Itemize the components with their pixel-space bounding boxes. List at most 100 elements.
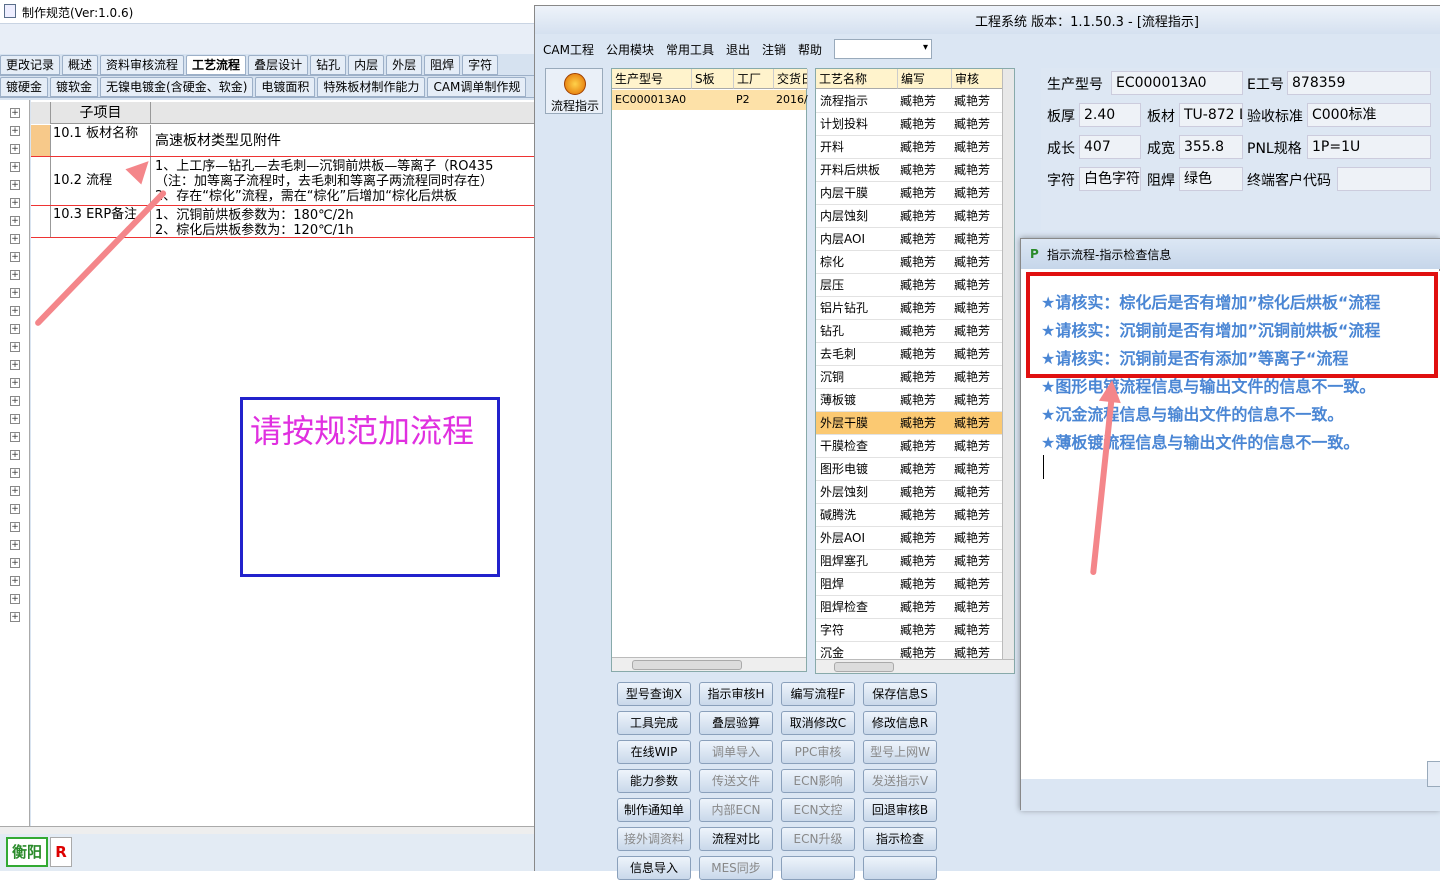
action-button[interactable]: 回退审核B xyxy=(863,798,937,822)
expand-icon[interactable]: + xyxy=(10,540,20,550)
field-material[interactable]: TU-872 L xyxy=(1179,103,1243,127)
field-soldermask[interactable]: 绿色 xyxy=(1179,167,1243,191)
expand-icon[interactable]: + xyxy=(10,378,20,388)
process-row[interactable]: 层压 臧艳芳 臧艳芳 xyxy=(816,274,1014,297)
tab-item[interactable]: 工艺流程 xyxy=(186,55,247,75)
process-row[interactable]: 阻焊 臧艳芳 臧艳芳 xyxy=(816,573,1014,596)
tab-item[interactable]: 字符 xyxy=(462,55,499,75)
tab-item[interactable]: 外层 xyxy=(386,55,423,75)
expand-icon[interactable]: + xyxy=(10,234,20,244)
expand-icon[interactable]: + xyxy=(10,576,20,586)
process-row[interactable]: 内层干膜 臧艳芳 臧艳芳 xyxy=(816,182,1014,205)
field-width[interactable]: 355.8 xyxy=(1179,135,1243,159)
process-row[interactable]: 阻焊塞孔 臧艳芳 臧艳芳 xyxy=(816,550,1014,573)
expand-icon[interactable]: + xyxy=(10,468,20,478)
action-button[interactable]: 编写流程F xyxy=(781,682,855,706)
action-button[interactable]: 指示检查 xyxy=(863,827,937,851)
tab-item[interactable]: 特殊板材制作能力 xyxy=(317,77,426,97)
action-button[interactable]: 型号查询X xyxy=(617,682,691,706)
action-button[interactable] xyxy=(863,856,937,880)
field-e-no[interactable]: 878359 xyxy=(1287,71,1431,95)
action-button[interactable]: 指示审核H xyxy=(699,682,773,706)
expand-icon[interactable]: + xyxy=(10,396,20,406)
tab-item[interactable]: CAM调单制作规 xyxy=(427,77,527,97)
menu-logout[interactable]: 注销 xyxy=(762,41,786,58)
expand-icon[interactable]: + xyxy=(10,252,20,262)
process-row[interactable]: 干膜检查 臧艳芳 臧艳芳 xyxy=(816,435,1014,458)
product-grid-scrollbar[interactable] xyxy=(612,657,806,671)
expand-icon[interactable]: + xyxy=(10,414,20,424)
tab-item[interactable]: 无镍电镀金(含硬金、软金) xyxy=(100,77,254,97)
action-button[interactable]: 型号上网W xyxy=(863,740,937,764)
col-s-board[interactable]: S板 xyxy=(692,69,734,89)
action-button[interactable]: PPC审核 xyxy=(781,740,855,764)
expand-icon[interactable]: + xyxy=(10,216,20,226)
expand-icon[interactable]: + xyxy=(10,360,20,370)
expand-icon[interactable]: + xyxy=(10,108,20,118)
field-length[interactable]: 407 xyxy=(1079,135,1141,159)
process-row[interactable]: 内层蚀刻 臧艳芳 臧艳芳 xyxy=(816,205,1014,228)
expand-icon[interactable]: + xyxy=(10,612,20,622)
menu-combobox[interactable] xyxy=(834,39,933,59)
tab-item[interactable]: 钻孔 xyxy=(310,55,347,75)
process-grid-vscrollbar[interactable] xyxy=(1002,69,1014,659)
tab-item[interactable]: 内层 xyxy=(348,55,385,75)
expand-icon[interactable]: + xyxy=(10,324,20,334)
tab-item[interactable]: 镀硬金 xyxy=(0,77,49,97)
expand-icon[interactable]: + xyxy=(10,342,20,352)
expand-icon[interactable]: + xyxy=(10,306,20,316)
tab-item[interactable]: 概述 xyxy=(62,55,99,75)
table-row[interactable]: 10.2 流程 1、上工序—钻孔—去毛刺—沉铜前烘板—等离子（RO435 （注：… xyxy=(31,157,540,206)
col-delivery[interactable]: 交货日 xyxy=(774,69,808,89)
tab-item[interactable]: 叠层设计 xyxy=(248,55,309,75)
action-button[interactable]: 流程对比 xyxy=(699,827,773,851)
expand-icon[interactable]: + xyxy=(10,198,20,208)
expand-icon[interactable]: + xyxy=(10,594,20,604)
menu-cam[interactable]: CAM工程 xyxy=(543,41,594,58)
expand-icon[interactable]: + xyxy=(10,162,20,172)
expand-icon[interactable]: + xyxy=(10,486,20,496)
table-row[interactable]: 10.1 板材名称 高速板材类型见附件 xyxy=(31,125,540,157)
process-grid-scrollbar[interactable] xyxy=(816,659,1014,673)
process-row[interactable]: 钻孔 臧艳芳 臧艳芳 xyxy=(816,320,1014,343)
process-row[interactable]: 外层AOI 臧艳芳 臧艳芳 xyxy=(816,527,1014,550)
expand-icon[interactable]: + xyxy=(10,558,20,568)
action-button[interactable]: 内部ECN xyxy=(699,798,773,822)
expand-icon[interactable]: + xyxy=(10,432,20,442)
menu-tools[interactable]: 常用工具 xyxy=(666,41,714,58)
process-row[interactable]: 字符 臧艳芳 臧艳芳 xyxy=(816,619,1014,642)
action-button[interactable]: 工具完成 xyxy=(617,711,691,735)
menu-common-module[interactable]: 公用模块 xyxy=(606,41,654,58)
expand-icon[interactable]: + xyxy=(10,288,20,298)
dialog-footer-button[interactable] xyxy=(1427,761,1440,787)
field-product-no[interactable]: EC000013A0 xyxy=(1111,71,1243,95)
action-button[interactable]: 叠层验算 xyxy=(699,711,773,735)
action-button[interactable]: 能力参数 xyxy=(617,769,691,793)
process-row[interactable]: 去毛刺 臧艳芳 臧艳芳 xyxy=(816,343,1014,366)
expand-icon[interactable]: + xyxy=(10,144,20,154)
tab-item[interactable]: 电镀面积 xyxy=(255,77,316,97)
tab-item[interactable]: 镀软金 xyxy=(50,77,99,97)
tab-item[interactable]: 阻焊 xyxy=(424,55,461,75)
process-row[interactable]: 沉铜 臧艳芳 臧艳芳 xyxy=(816,366,1014,389)
process-row[interactable]: 阻焊检查 臧艳芳 臧艳芳 xyxy=(816,596,1014,619)
process-row[interactable]: 碱腾洗 臧艳芳 臧艳芳 xyxy=(816,504,1014,527)
field-thickness[interactable]: 2.40 xyxy=(1079,103,1141,127)
expand-icon[interactable]: + xyxy=(10,126,20,136)
action-button[interactable]: 制作通知单 xyxy=(617,798,691,822)
col-product-no[interactable]: 生产型号 xyxy=(612,69,692,89)
action-button[interactable]: 接外调资料 xyxy=(617,827,691,851)
process-row[interactable]: 开料后烘板 臧艳芳 臧艳芳 xyxy=(816,159,1014,182)
action-button[interactable]: 在线WIP xyxy=(617,740,691,764)
action-button[interactable]: ECN升级 xyxy=(781,827,855,851)
expand-icon[interactable]: + xyxy=(10,270,20,280)
action-button[interactable]: 信息导入 xyxy=(617,856,691,880)
action-button[interactable]: 修改信息R xyxy=(863,711,937,735)
action-button[interactable]: ECN影响 xyxy=(781,769,855,793)
action-button[interactable]: 调单导入 xyxy=(699,740,773,764)
expand-icon[interactable]: + xyxy=(10,450,20,460)
field-legend[interactable]: 白色字符 xyxy=(1079,167,1141,191)
action-button[interactable] xyxy=(781,856,855,880)
col-writer[interactable]: 编写 xyxy=(898,69,952,89)
tab-item[interactable]: 更改记录 xyxy=(0,55,61,75)
